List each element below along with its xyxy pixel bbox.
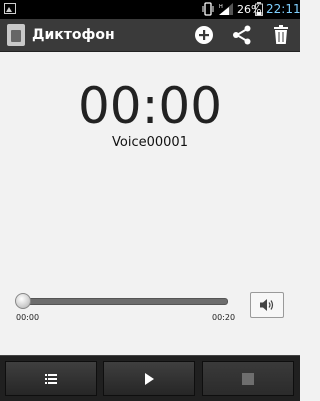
signal-icon: H [219,3,233,15]
phone-vibrate-icon [202,2,214,16]
clock: 22:11 [266,2,301,16]
volume-button[interactable] [250,292,284,318]
stop-button[interactable] [202,361,294,396]
recordings-list-button[interactable] [5,361,97,396]
svg-text:H: H [219,4,223,10]
play-icon [145,372,154,385]
battery-icon [255,2,263,16]
app-recorder-icon[interactable] [7,24,25,46]
recorder-panel: 00:00 Voice00001 00:00 00:20 [0,52,300,352]
status-bar: H 26% 22:11 [0,0,301,19]
list-icon [45,373,57,384]
delete-icon[interactable] [269,23,293,47]
recording-timer: 00:00 [77,77,223,135]
share-icon[interactable] [230,23,254,47]
playback-progress-thumb[interactable] [15,293,31,309]
add-icon[interactable] [192,23,216,47]
elapsed-time: 00:00 [16,313,40,322]
gallery-notification-icon [4,3,16,14]
total-duration: 00:20 [212,313,236,322]
action-bar: Диктофон [0,19,300,52]
stop-icon [242,372,254,385]
play-button[interactable] [103,361,195,396]
speaker-icon [260,299,274,311]
playback-progress-track[interactable] [20,298,228,305]
app-title: Диктофон [32,27,115,43]
file-name: Voice00001 [112,135,188,150]
playback-controls [0,355,300,401]
